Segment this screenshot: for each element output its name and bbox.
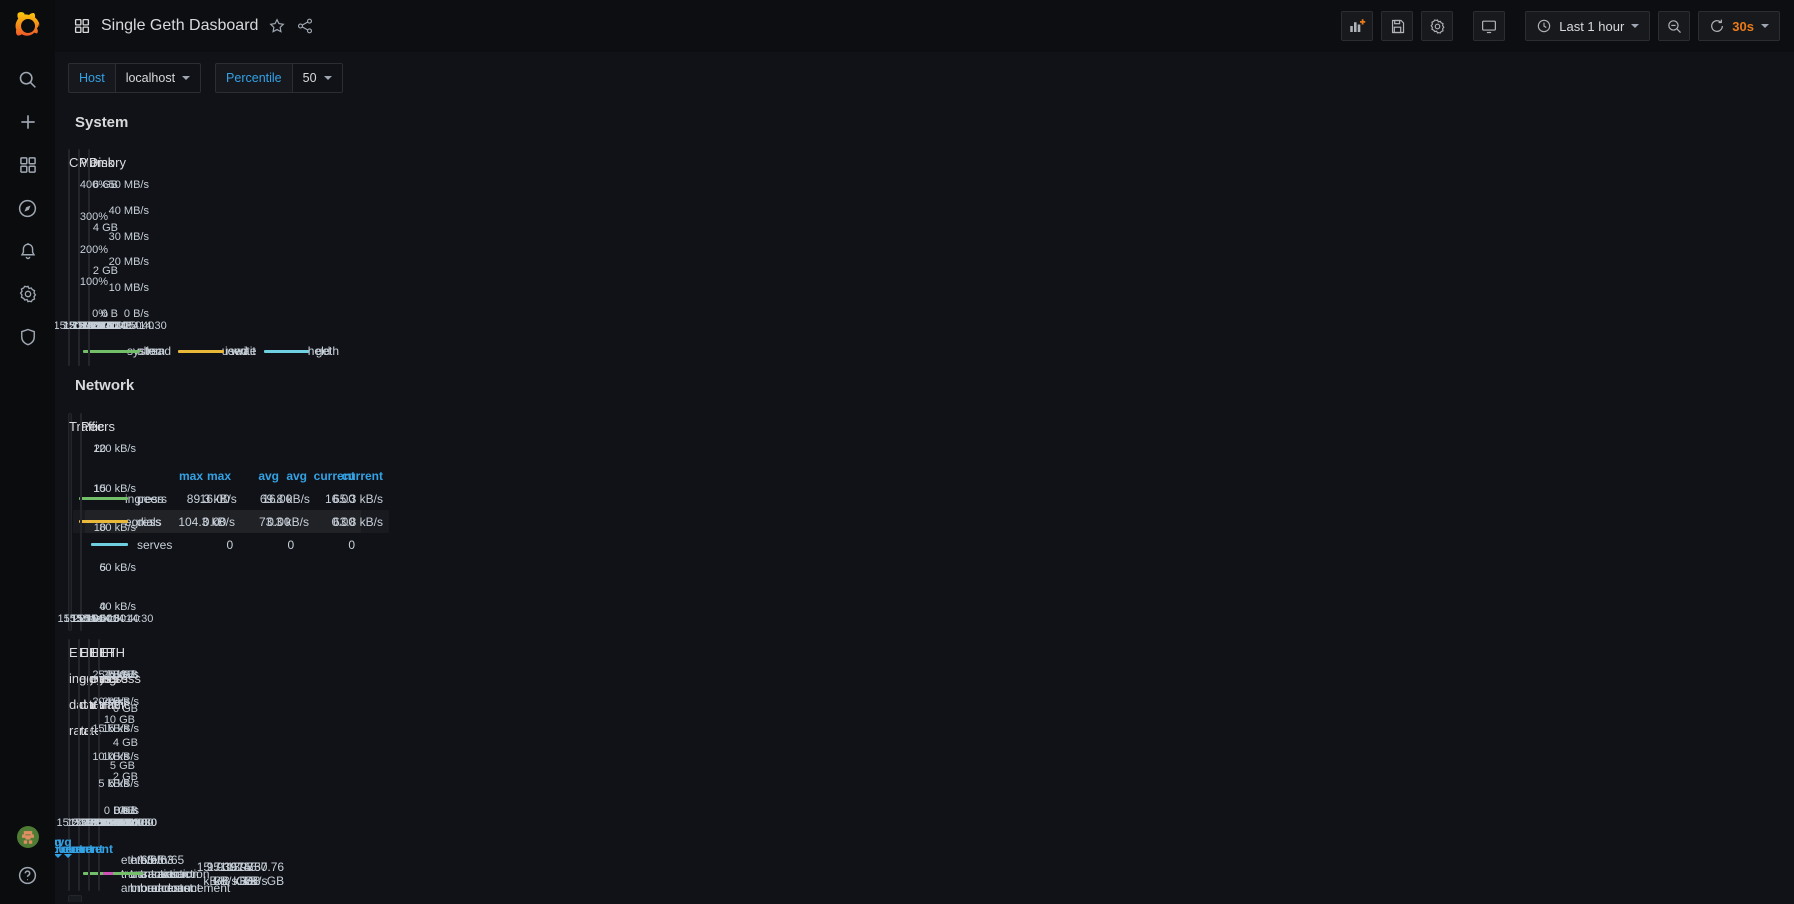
legend-column-header-current[interactable]: current	[72, 842, 113, 856]
y-axis-tick: 10 MB/s	[89, 282, 149, 294]
chevron-down-icon	[182, 76, 190, 84]
legend-item[interactable]: held	[264, 344, 331, 358]
variables-submenu: Host localhost Percentile 50	[55, 52, 1794, 94]
section-label: Network	[75, 377, 134, 394]
legend-item[interactable]: write	[187, 344, 256, 358]
y-axis-tick: 40 MB/s	[89, 205, 149, 217]
configuration-gear-icon[interactable]	[17, 283, 39, 305]
section-header-network[interactable]: Network	[68, 371, 82, 399]
variable-host-value-dropdown[interactable]: localhost	[115, 63, 201, 93]
share-icon[interactable]	[296, 17, 314, 35]
y-axis-tick: 6 GB	[99, 703, 138, 715]
zoom-out-button[interactable]	[1658, 11, 1690, 41]
user-avatar[interactable]	[17, 826, 39, 848]
series-color-dash	[91, 543, 128, 546]
navbar: Single Geth Dasboard	[55, 0, 1794, 52]
legend-row[interactable]: serves000	[85, 533, 361, 556]
dashboard-body: System CPU 0%100%200%300%400%14:3014:401…	[55, 94, 92, 97]
legend-column-header[interactable]: current	[279, 469, 355, 483]
variable-host-label: Host	[68, 63, 115, 93]
sidebar	[0, 0, 55, 904]
y-axis-tick: 0 B	[99, 805, 138, 817]
y-axis-tick: 5 GB	[89, 760, 135, 772]
refresh-button[interactable]: 30s	[1698, 11, 1780, 41]
section-label: System	[75, 114, 128, 131]
variable-host: Host localhost	[68, 63, 201, 93]
save-dashboard-button[interactable]	[1381, 11, 1413, 41]
star-icon[interactable]	[268, 17, 286, 35]
row-system: CPU 0%100%200%300%400%14:3014:4014:5015:…	[68, 149, 82, 366]
series-color-dash	[91, 497, 128, 500]
y-axis-tick: 10 GB	[89, 714, 135, 726]
legend-column-header[interactable]: avg	[203, 469, 279, 483]
refresh-interval-value[interactable]: 30s	[1732, 19, 1754, 34]
row-network-bottom: ETH ingress data rate 0 B/s5 kB/s10 kB/s…	[68, 639, 82, 891]
search-icon[interactable]	[17, 68, 39, 90]
next-row-panel-edge	[68, 895, 82, 902]
y-axis-tick: 2 GB	[99, 771, 138, 783]
y-axis-tick: 15	[81, 483, 106, 495]
series-color-dash	[264, 350, 301, 353]
panel-cpu: CPU 0%100%200%300%400%14:3014:4014:5015:…	[68, 149, 70, 366]
chevron-down-icon	[64, 854, 72, 862]
dashboard-title[interactable]: Single Geth Dasboard	[101, 17, 258, 35]
y-axis-tick: 4 GB	[99, 737, 138, 749]
alerting-bell-icon[interactable]	[17, 240, 39, 262]
series-color-dash	[103, 350, 140, 353]
variable-percentile-label: Percentile	[215, 63, 292, 93]
y-axis-tick: 0 B/s	[89, 308, 149, 320]
dashboards-grid-icon[interactable]	[17, 154, 39, 176]
time-range-label: Last 1 hour	[1559, 19, 1624, 34]
y-axis-tick: 20 MB/s	[89, 256, 149, 268]
panel-memory: Memory 0 B2 GB4 GB6 GB14:3014:4014:5015:…	[78, 149, 80, 366]
x-axis-tick: 15:20	[79, 817, 115, 829]
legend-item[interactable]: read	[103, 344, 171, 358]
y-axis-tick: 30 MB/s	[89, 231, 149, 243]
cycle-view-tv-button[interactable]	[1473, 11, 1505, 41]
dashboard-grid-icon[interactable]	[73, 17, 91, 35]
explore-compass-icon[interactable]	[17, 197, 39, 219]
chevron-down-icon	[1631, 24, 1639, 32]
y-axis-tick: 5	[81, 562, 106, 574]
dashboard-settings-button[interactable]	[1421, 11, 1453, 41]
x-axis-tick: 15:20	[59, 613, 95, 625]
y-axis-tick: 50 MB/s	[89, 179, 149, 191]
legend-column-header[interactable]: max	[127, 469, 203, 483]
y-axis-tick: 200%	[69, 244, 108, 256]
section-header-system[interactable]: System	[68, 108, 82, 136]
help-question-icon[interactable]	[17, 864, 39, 886]
variable-percentile: Percentile 50	[215, 63, 343, 93]
add-panel-button[interactable]	[1341, 11, 1373, 41]
panel-peers: Peers 0510152014:3014:4014:5015:0015:101…	[80, 413, 82, 631]
time-range-picker[interactable]: Last 1 hour	[1525, 11, 1650, 41]
grafana-app: Single Geth Dasboard	[0, 0, 1794, 904]
server-admin-shield-icon[interactable]	[17, 326, 39, 348]
create-plus-icon[interactable]	[17, 111, 39, 133]
x-axis-tick: 15:20	[72, 320, 108, 332]
y-axis-tick: 20	[81, 443, 106, 455]
series-color-dash	[113, 872, 143, 875]
main-area: Single Geth Dasboard	[55, 0, 1794, 904]
y-axis-tick: 0	[81, 601, 106, 613]
panel-disk: Disk 0 B/s10 MB/s20 MB/s30 MB/s40 MB/s50…	[88, 149, 90, 366]
grafana-logo-icon[interactable]	[12, 10, 44, 42]
row-network-top: Traffic 40 kB/s60 kB/s80 kB/s100 kB/s120…	[68, 413, 82, 631]
legend: avgcurrenteth/65 transaction announcemen…	[99, 834, 123, 890]
variable-percentile-value-dropdown[interactable]: 50	[292, 63, 343, 93]
chevron-down-icon	[1761, 24, 1769, 32]
y-axis-tick: 8 GB	[99, 669, 138, 681]
y-axis-tick: 10	[81, 522, 106, 534]
chevron-down-icon	[324, 76, 332, 84]
series-color-dash	[187, 350, 224, 353]
legend: readwrite	[89, 337, 103, 365]
panel-traffic: Traffic 40 kB/s60 kB/s80 kB/s100 kB/s120…	[68, 413, 72, 631]
panel-title[interactable]: Traffic	[69, 414, 71, 440]
